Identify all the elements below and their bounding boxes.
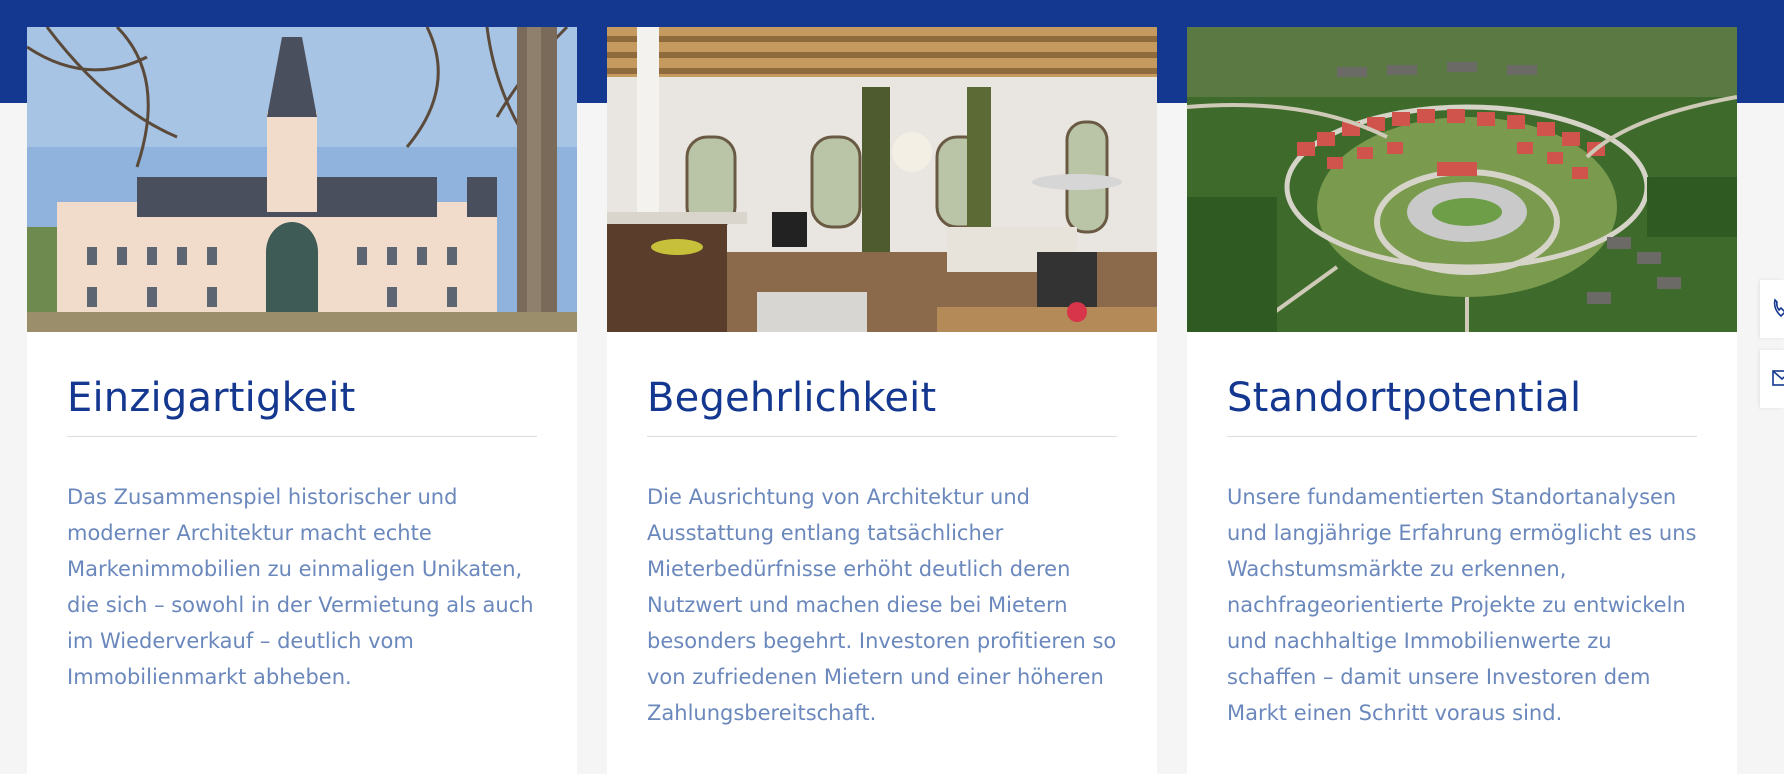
phone-button[interactable] xyxy=(1760,280,1784,338)
phone-icon xyxy=(1773,298,1784,318)
card-title: Begehrlichkeit xyxy=(647,375,937,421)
aerial-photo xyxy=(1187,27,1737,332)
page: Einzigartigkeit Das Zusammenspiel histor… xyxy=(0,0,1784,774)
card-title: Standortpotential xyxy=(1227,375,1582,421)
villa-photo xyxy=(27,27,577,332)
card-text: Das Zusammenspiel historischer und moder… xyxy=(67,485,534,689)
mail-icon xyxy=(1772,370,1784,386)
card-body: Standortpotential Unsere fundamentierten… xyxy=(1187,332,1737,731)
feature-cards: Einzigartigkeit Das Zusammenspiel histor… xyxy=(27,27,1737,774)
card-einzigartigkeit: Einzigartigkeit Das Zusammenspiel histor… xyxy=(27,27,577,774)
card-title: Einzigartigkeit xyxy=(67,375,356,421)
interior-photo xyxy=(607,27,1157,332)
card-begehrlichkeit: Begehrlichkeit Die Ausrichtung von Archi… xyxy=(607,27,1157,774)
card-standortpotential: Standortpotential Unsere fundamentierten… xyxy=(1187,27,1737,774)
divider xyxy=(67,436,537,437)
card-text: Die Ausrichtung von Architektur und Auss… xyxy=(647,485,1117,725)
card-text: Unsere fundamentierten Standortanalysen … xyxy=(1227,485,1697,725)
card-body: Einzigartigkeit Das Zusammenspiel histor… xyxy=(27,332,577,695)
mail-button[interactable] xyxy=(1760,350,1784,408)
divider xyxy=(1227,436,1697,437)
card-body: Begehrlichkeit Die Ausrichtung von Archi… xyxy=(607,332,1157,731)
side-contact-buttons xyxy=(1760,280,1784,420)
divider xyxy=(647,436,1117,437)
